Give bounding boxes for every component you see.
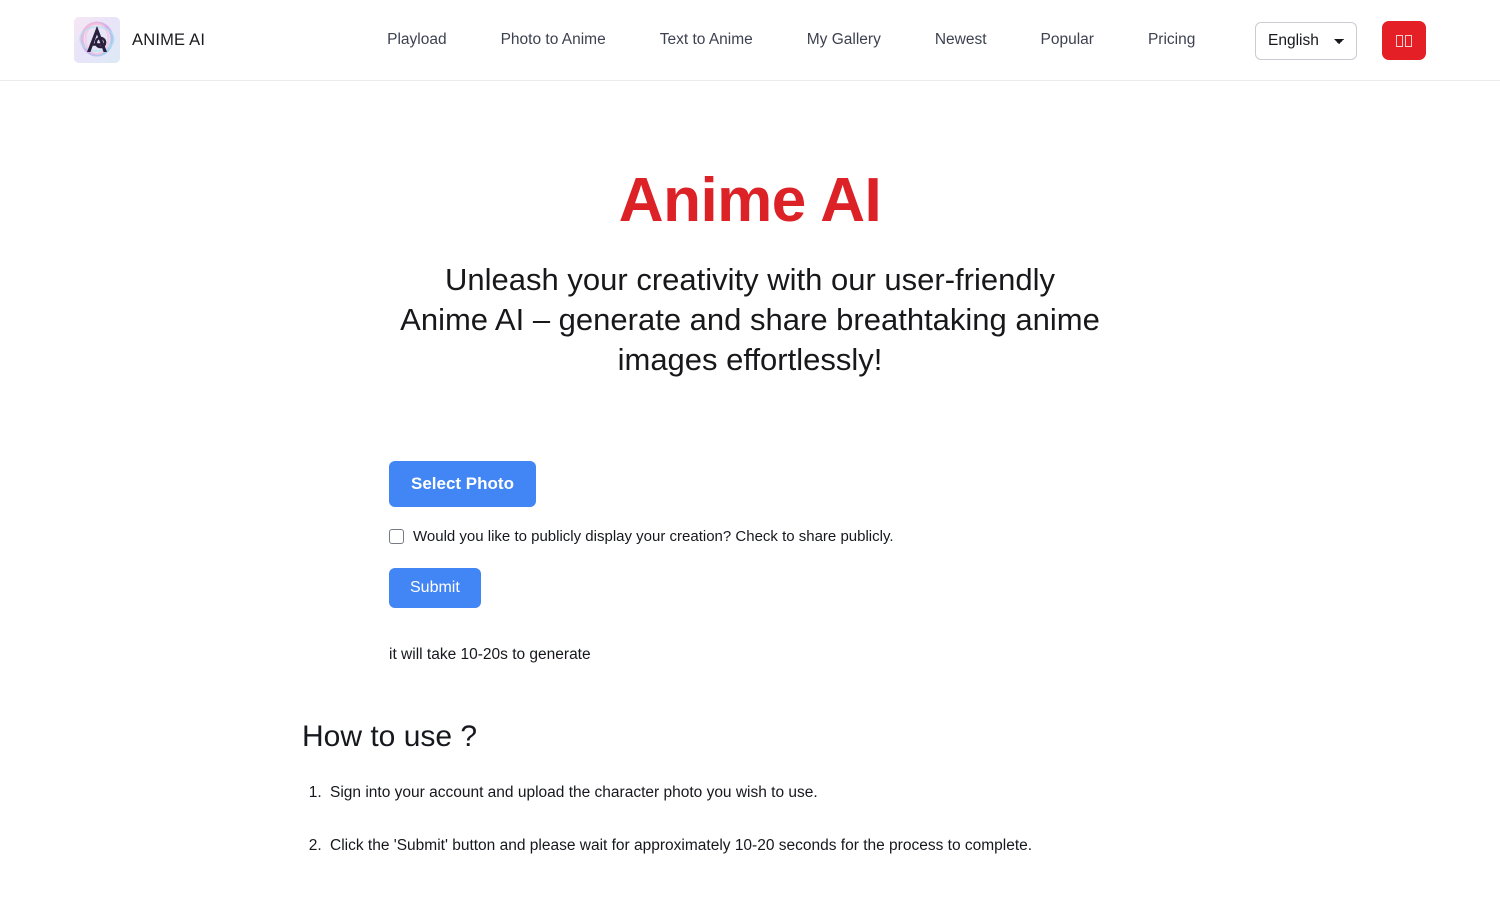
anime-ai-logo-icon — [74, 17, 120, 63]
site-header: ANIME AI Playload Photo to Anime Text to… — [0, 0, 1500, 81]
language-select[interactable]: English — [1255, 21, 1357, 60]
how-to-use-section: How to use ? Sign into your account and … — [0, 720, 1500, 858]
public-display-row: Would you like to publicly display your … — [389, 528, 1500, 545]
how-to-use-list: Sign into your account and upload the ch… — [302, 781, 1500, 858]
nav-item-photo-to-anime[interactable]: Photo to Anime — [501, 25, 606, 55]
select-photo-button[interactable]: Select Photo — [389, 461, 536, 508]
public-display-checkbox[interactable] — [389, 529, 404, 545]
page-subtitle: Unleash your creativity with our user-fr… — [400, 262, 1100, 378]
nav-item-popular[interactable]: Popular — [1041, 25, 1094, 55]
how-to-use-title: How to use ? — [302, 720, 478, 754]
page-title: Anime AI — [618, 166, 882, 235]
login-button[interactable] — [1382, 21, 1426, 60]
main-navigation: Playload Photo to Anime Text to Anime My… — [387, 25, 1222, 55]
generation-time-note: it will take 10-20s to generate — [389, 646, 591, 664]
nav-item-playload[interactable]: Playload — [387, 25, 446, 55]
photo-preview-area — [389, 380, 1500, 461]
header-actions: English — [1255, 0, 1426, 81]
list-item: Sign into your account and upload the ch… — [326, 781, 1500, 804]
nav-item-text-to-anime[interactable]: Text to Anime — [660, 25, 753, 55]
list-item: Click the 'Submit' button and please wai… — [326, 834, 1500, 857]
submit-button[interactable]: Submit — [389, 568, 481, 609]
hero-section: Anime AI Unleash your creativity with ou… — [0, 81, 1500, 380]
nav-item-newest[interactable]: Newest — [935, 25, 987, 55]
nav-item-my-gallery[interactable]: My Gallery — [807, 25, 881, 55]
missing-glyph-icon — [1396, 34, 1403, 47]
generator-form: Select Photo Would you like to publicly … — [0, 380, 1500, 664]
public-display-label: Would you like to publicly display your … — [413, 528, 894, 546]
brand-name: ANIME AI — [132, 30, 206, 49]
brand-home-link[interactable]: ANIME AI — [74, 17, 205, 63]
nav-item-pricing[interactable]: Pricing — [1148, 25, 1195, 55]
missing-glyph-icon — [1405, 34, 1412, 47]
